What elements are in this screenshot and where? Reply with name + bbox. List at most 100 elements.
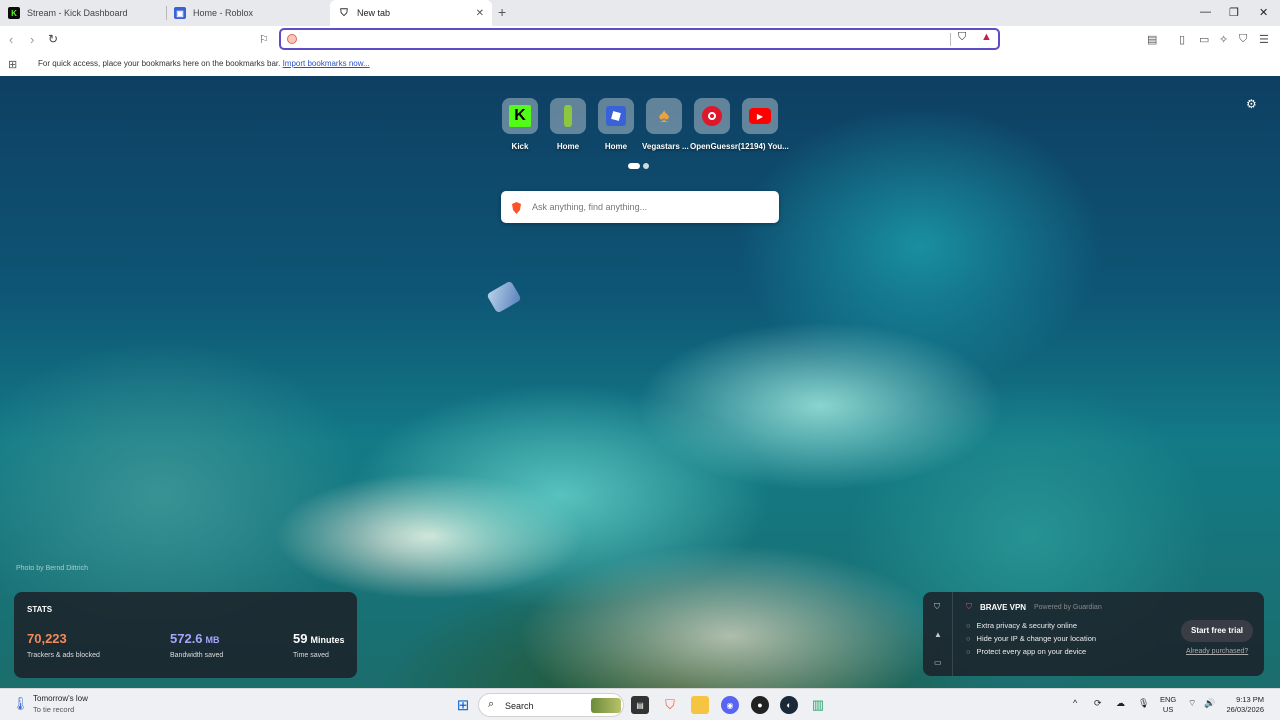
boat-image	[486, 280, 522, 314]
notepad-icon[interactable]: ▥	[809, 696, 827, 714]
shortcut-label: Vegastars ...	[642, 142, 689, 151]
brave-icon: ⛉	[340, 7, 348, 19]
back-icon[interactable]: ‹	[9, 32, 13, 47]
steam-icon[interactable]: ◐	[780, 696, 798, 714]
bookmarks-message-text: For quick access, place your bookmarks h…	[38, 59, 281, 68]
cloud-icon[interactable]: ☁	[1116, 698, 1125, 709]
wallet-icon[interactable]: ▭	[1199, 33, 1209, 46]
wifi-icon[interactable]: ⌔	[1188, 698, 1196, 709]
brave-logo-icon	[511, 201, 522, 219]
file-explorer-icon[interactable]	[691, 696, 709, 714]
windows-start-icon[interactable]: ⊞	[454, 696, 472, 714]
widget-switcher: ⛉ ▲ ▭	[923, 592, 953, 676]
tab-strip: K Stream - Kick Dashboard ▣ Home - Roblo…	[0, 0, 1280, 26]
time-label: Time saved	[293, 652, 329, 659]
already-purchased-link[interactable]: Already purchased?	[1186, 648, 1248, 655]
brave-shields-icon[interactable]: ⛉	[958, 31, 966, 44]
search-box[interactable]: Ask anything, find anything...	[501, 191, 779, 223]
tab-title: New tab	[357, 8, 391, 18]
shortcut-openguessr[interactable]: OpenGuessr	[690, 98, 738, 151]
kick-icon: K	[502, 98, 538, 134]
taskbar: 🌡 Tomorrow's low To tie record ⊞ ⌕ Searc…	[0, 688, 1280, 720]
vpn-widget: ⛉ ▲ ▭ ⛉ BRAVE VPN Powered by Guardian ○ E…	[923, 592, 1264, 676]
new-tab-page: K Kick Home Home ♠ Vegastars ... OpenGue…	[0, 76, 1280, 688]
page-dot[interactable]	[643, 163, 649, 169]
home-icon	[550, 98, 586, 134]
new-tab-button[interactable]: +	[498, 4, 506, 20]
shortcut-label: Home	[604, 142, 628, 151]
menu-icon[interactable]: ☰	[1259, 33, 1269, 46]
restore-icon[interactable]: ❐	[1229, 6, 1239, 19]
address-bar[interactable]: ⛉ ▲	[279, 28, 1000, 50]
shortcut-home[interactable]: Home	[546, 98, 590, 151]
leo-ai-icon[interactable]: ✧	[1219, 33, 1228, 46]
tray-overflow-icon[interactable]: ^	[1073, 698, 1077, 708]
search-placeholder: Ask anything, find anything...	[532, 202, 648, 212]
start-free-trial-button[interactable]: Start free trial	[1181, 620, 1253, 642]
vpn-powered-by: Powered by Guardian	[1034, 604, 1102, 611]
task-view-icon[interactable]: ▤	[631, 696, 649, 714]
taskbar-search[interactable]: ⌕ Search	[478, 693, 624, 717]
vpn-title: BRAVE VPN	[980, 603, 1027, 612]
vpn-shield-icon[interactable]: ⛉	[934, 602, 940, 612]
bookmarks-bar: ⊞ For quick access, place your bookmarks…	[0, 54, 1280, 76]
sidebar-icon[interactable]: ▯	[1179, 33, 1185, 46]
clock-time: 9:13 PM	[1236, 695, 1264, 704]
stat-trackers: 70,223 Trackers & ads blocked	[27, 630, 100, 659]
language-indicator[interactable]: ENG US	[1160, 695, 1176, 715]
tab-kick-dashboard[interactable]: K Stream - Kick Dashboard	[0, 0, 166, 26]
obs-icon[interactable]: ●	[751, 696, 769, 714]
close-window-icon[interactable]: ✕	[1259, 6, 1268, 19]
tab-search-icon[interactable]: ▤	[1147, 33, 1157, 46]
microphone-icon[interactable]: 🎙	[1138, 698, 1149, 709]
stat-bandwidth: 572.6 MB Bandwidth saved	[170, 630, 223, 659]
openguessr-icon	[694, 98, 730, 134]
kick-icon: K	[8, 7, 20, 19]
clock-date: 26/03/2026	[1226, 705, 1264, 714]
tab-roblox-home[interactable]: ▣ Home - Roblox	[166, 0, 330, 26]
bookmarks-message: For quick access, place your bookmarks h…	[38, 59, 370, 68]
tab-new-tab[interactable]: ⛉ New tab ✕	[330, 0, 492, 26]
search-highlight-image	[591, 698, 621, 713]
discord-icon[interactable]: ◉	[721, 696, 739, 714]
brave-rewards-icon[interactable]: ▲	[981, 31, 992, 43]
taskbar-search-label: Search	[505, 701, 534, 711]
photo-credit: Photo by Bernd Dittrich	[16, 565, 88, 572]
minimize-icon[interactable]: —	[1200, 6, 1211, 18]
shortcut-label: (12194) You...	[738, 142, 789, 151]
sync-icon[interactable]: ⟳	[1094, 698, 1102, 709]
forward-icon[interactable]: ›	[30, 32, 34, 47]
page-dot-active[interactable]	[628, 163, 640, 169]
vpn-logo-icon: ⛉	[966, 602, 972, 611]
import-bookmarks-link[interactable]: Import bookmarks now...	[283, 59, 370, 68]
bookmark-icon[interactable]: ⚐	[259, 33, 269, 46]
roblox-icon: ▣	[174, 7, 186, 19]
reload-icon[interactable]: ↻	[48, 32, 58, 46]
vpn-icon[interactable]: ⛉	[1239, 33, 1247, 46]
shortcut-kick[interactable]: K Kick	[498, 98, 542, 151]
bandwidth-value: 572.6	[170, 631, 203, 646]
weather-subtitle: To tie record	[33, 705, 75, 714]
time-unit: Minutes	[310, 635, 345, 645]
shortcut-vegastars[interactable]: ♠ Vegastars ...	[642, 98, 689, 151]
weather-widget[interactable]: 🌡 Tomorrow's low To tie record	[12, 694, 88, 714]
settings-gear-icon[interactable]: ⚙	[1246, 97, 1257, 111]
brave-taskbar-icon[interactable]: ⛉	[661, 696, 679, 714]
clock[interactable]: 9:13 PM 26/03/2026	[1222, 695, 1264, 715]
volume-icon[interactable]: 🔊	[1204, 698, 1215, 709]
close-tab-icon[interactable]: ✕	[476, 8, 484, 19]
shortcut-roblox-home[interactable]: Home	[594, 98, 638, 151]
shortcut-label: Kick	[511, 142, 529, 151]
rewards-triangle-icon[interactable]: ▲	[934, 630, 942, 639]
bandwidth-unit: MB	[205, 635, 220, 645]
vegastars-icon: ♠	[646, 98, 682, 134]
roblox-icon	[598, 98, 634, 134]
shortcut-youtube[interactable]: ▶ (12194) You...	[738, 98, 789, 151]
weather-title: Tomorrow's low	[33, 694, 88, 703]
apps-grid-icon[interactable]: ⊞	[8, 58, 17, 71]
tab-title: Stream - Kick Dashboard	[27, 8, 128, 18]
vpn-feature: ○ Extra privacy & security online	[966, 621, 1077, 630]
trackers-label: Trackers & ads blocked	[27, 652, 100, 659]
bandwidth-label: Bandwidth saved	[170, 652, 224, 659]
cards-icon[interactable]: ▭	[934, 658, 942, 667]
